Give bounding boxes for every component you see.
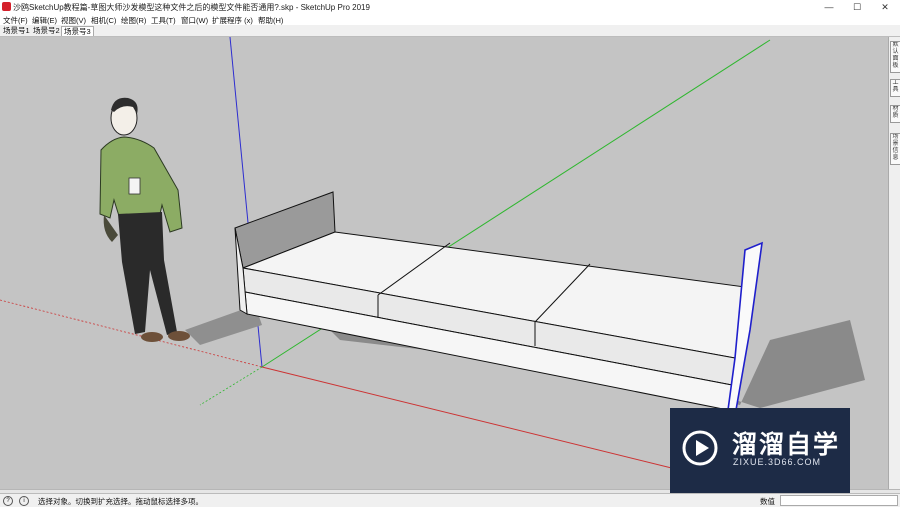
tab-scene-2[interactable]: 场景号2 [31, 26, 62, 35]
window-title: 沙鸥SketchUp教程篇-草图大师沙发模型这种文件之后的模型文件能否通用?.s… [13, 3, 370, 12]
tab-scene-3[interactable]: 场景号3 [61, 26, 94, 36]
info-icon[interactable]: i [19, 496, 29, 506]
person-figure [99, 97, 190, 342]
maximize-button[interactable]: ☐ [843, 0, 871, 14]
sketchup-app-icon [2, 2, 11, 11]
title-bar: 沙鸥SketchUp教程篇-草图大师沙发模型这种文件之后的模型文件能否通用?.s… [0, 0, 900, 14]
measurements-input[interactable] [780, 495, 898, 506]
tray-tab-default[interactable]: 默认面板 [890, 41, 900, 73]
close-button[interactable]: ✕ [871, 0, 899, 14]
measurements-label: 数值 [760, 497, 775, 506]
green-axis-negative [199, 366, 263, 406]
menu-bar: 文件(F) 编辑(E) 视图(V) 相机(C) 绘图(R) 工具(T) 窗口(W… [0, 14, 900, 25]
tray-tab-tools[interactable]: 工具 [890, 79, 900, 97]
tray-tab-model-info[interactable]: 场景信息 [890, 133, 900, 165]
status-message: 选择对象。切换到扩充选择。拖动鼠标选择多项。 [38, 497, 203, 506]
person-right-shoe [168, 331, 190, 341]
person-trousers [118, 212, 177, 335]
default-tray: 默认面板 工具 材质 场景信息 [888, 37, 900, 489]
person-bag [103, 215, 118, 242]
watermark-title: 溜溜自学 [732, 431, 841, 459]
watermark-url: ZIXUE.3D66.COM [733, 457, 822, 467]
person-left-shoe [141, 332, 163, 342]
tab-scene-1[interactable]: 场景号1 [1, 26, 32, 35]
tray-tab-materials[interactable]: 材质 [890, 105, 900, 123]
minimize-button[interactable]: — [815, 0, 843, 14]
geo-location-icon[interactable]: ? [3, 496, 13, 506]
scene-tab-bar: 场景号1 场景号2 场景号3 [0, 25, 900, 37]
play-logo-icon [682, 430, 718, 466]
status-bar: ? i 选择对象。切换到扩充选择。拖动鼠标选择多项。 数值 [0, 493, 900, 507]
person-badge [128, 177, 141, 195]
